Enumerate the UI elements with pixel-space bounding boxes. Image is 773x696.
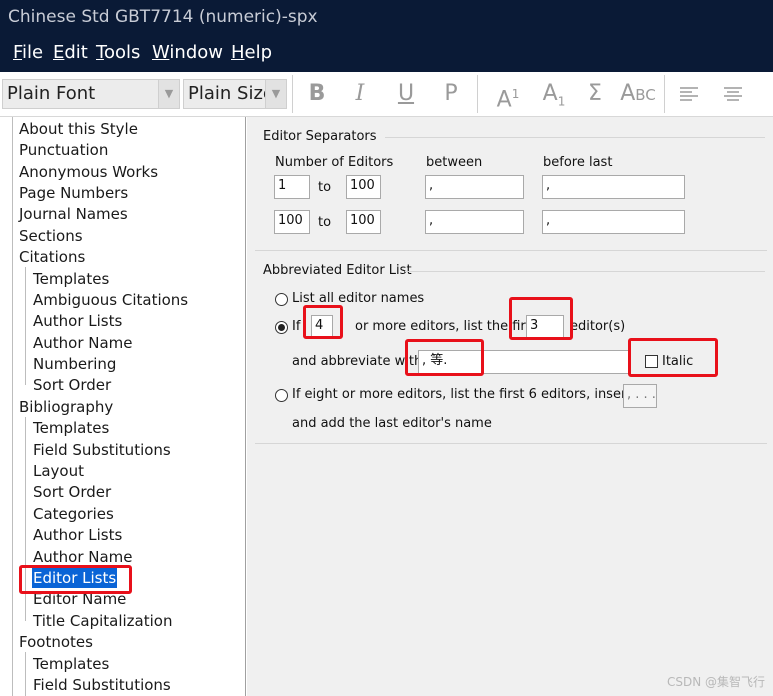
separator-row1-to[interactable]: 100 — [346, 175, 381, 199]
separator-row2-between[interactable]: , — [425, 210, 524, 234]
tree-item-categories[interactable]: Categories — [33, 504, 114, 524]
radio-list-all[interactable] — [275, 293, 288, 306]
size-combo[interactable]: Plain Size ▼ — [183, 79, 287, 109]
watermark: CSDN @集智飞行 — [666, 675, 765, 689]
separator-row2-from[interactable]: 100 — [274, 210, 310, 234]
menu-bar: File Edit Tools Window Help — [0, 34, 773, 72]
chevron-down-icon[interactable]: ▼ — [158, 80, 179, 108]
menu-window[interactable]: Window — [152, 42, 223, 63]
to-label: to — [318, 180, 332, 195]
tree-connector — [12, 117, 13, 696]
subscript-mark: 1 — [557, 94, 566, 109]
underline-button[interactable]: U — [389, 78, 423, 110]
tree-connector — [25, 267, 26, 385]
tree-item-footnotes-field-substitutions[interactable]: Field Substitutions — [33, 675, 171, 695]
option-if-label: If — [292, 319, 301, 334]
symbol-button[interactable]: Σ — [578, 78, 612, 110]
superscript-icon: A — [496, 87, 512, 113]
annotation-highlight — [628, 338, 718, 377]
editor-lists-panel: Editor Separators Number of Editors betw… — [247, 117, 773, 696]
tree-connector — [25, 652, 26, 696]
tree-item-about[interactable]: About this Style — [19, 119, 138, 139]
align-center-icon — [724, 87, 742, 101]
tree-item-anonymous-works[interactable]: Anonymous Works — [19, 162, 158, 182]
window-title: Chinese Std GBT7714 (numeric)-spx — [0, 0, 773, 34]
separator-row1-from[interactable]: 1 — [274, 175, 310, 199]
to-label: to — [318, 215, 332, 230]
superscript-button[interactable]: A1 — [488, 78, 528, 113]
annotation-highlight — [19, 565, 132, 594]
group-title-separators: Editor Separators — [263, 129, 377, 144]
tree-item-layout[interactable]: Layout — [33, 461, 84, 481]
tree-item-bibliography-author-lists[interactable]: Author Lists — [33, 525, 122, 545]
separator-row2-to[interactable]: 100 — [346, 210, 381, 234]
tree-item-page-numbers[interactable]: Page Numbers — [19, 183, 128, 203]
tree-item-title-capitalization[interactable]: Title Capitalization — [33, 611, 172, 631]
tree-item-footnotes[interactable]: Footnotes — [19, 632, 93, 652]
tree-item-footnotes-templates[interactable]: Templates — [33, 654, 109, 674]
menu-edit[interactable]: Edit — [53, 42, 88, 63]
tree-item-bibliography-templates[interactable]: Templates — [33, 418, 109, 438]
tree-item-sections[interactable]: Sections — [19, 226, 83, 246]
menu-help[interactable]: Help — [231, 42, 272, 63]
insert-field[interactable]: , . . . — [623, 384, 657, 408]
superscript-mark: 1 — [511, 87, 520, 101]
subscript-icon: A — [542, 81, 558, 106]
annotation-highlight — [405, 339, 484, 376]
tree-item-citations[interactable]: Citations — [19, 247, 85, 267]
plain-button[interactable]: P — [434, 78, 468, 110]
group-divider — [385, 137, 765, 138]
tree-item-bibliography-author-name[interactable]: Author Name — [33, 547, 133, 567]
column-between: between — [426, 155, 483, 170]
toolbar-divider — [477, 75, 478, 113]
group-title-abbreviated: Abbreviated Editor List — [263, 263, 412, 278]
toolbar-divider — [292, 75, 293, 113]
tree-item-punctuation[interactable]: Punctuation — [19, 140, 108, 160]
menu-file[interactable]: File — [13, 42, 43, 63]
option-list-all-label: List all editor names — [292, 291, 425, 306]
separator-row1-before-last[interactable]: , — [542, 175, 685, 199]
group-divider — [255, 443, 767, 444]
tree-item-citations-templates[interactable]: Templates — [33, 269, 109, 289]
bold-button[interactable]: B — [300, 78, 334, 110]
size-combo-value: Plain Size — [188, 83, 274, 104]
column-before-last: before last — [543, 155, 613, 170]
tree-item-bibliography-sort-order[interactable]: Sort Order — [33, 482, 111, 502]
italic-button[interactable]: I — [343, 78, 377, 110]
tree-item-journal-names[interactable]: Journal Names — [19, 204, 128, 224]
tree-item-citations-sort-order[interactable]: Sort Order — [33, 375, 111, 395]
add-last-label: and add the last editor's name — [292, 416, 492, 431]
tree-item-field-substitutions[interactable]: Field Substitutions — [33, 440, 171, 460]
tree-item-citations-author-name[interactable]: Author Name — [33, 333, 133, 353]
editors-suffix: editor(s) — [570, 319, 626, 334]
align-center-button[interactable] — [716, 78, 750, 110]
radio-eight-or-more[interactable] — [275, 389, 288, 402]
option-eight-label: If eight or more editors, list the first… — [292, 387, 636, 402]
tree-item-numbering[interactable]: Numbering — [33, 354, 116, 374]
chevron-down-icon[interactable]: ▼ — [265, 80, 286, 108]
tree-item-ambiguous-citations[interactable]: Ambiguous Citations — [33, 290, 188, 310]
radio-if-count[interactable] — [275, 321, 288, 334]
font-combo[interactable]: Plain Font ▼ — [2, 79, 180, 109]
annotation-highlight — [509, 297, 573, 340]
separator-row2-before-last[interactable]: , — [542, 210, 685, 234]
subscript-button[interactable]: A1 — [534, 78, 574, 110]
toolbar-divider — [664, 75, 665, 113]
group-divider — [405, 271, 765, 272]
group-divider — [255, 250, 767, 251]
smallcaps-button[interactable]: Abc — [617, 78, 659, 110]
tree-item-bibliography[interactable]: Bibliography — [19, 397, 113, 417]
annotation-highlight — [303, 305, 343, 339]
align-left-button[interactable] — [672, 78, 706, 110]
column-number-of-editors: Number of Editors — [275, 155, 394, 170]
style-sections-tree: About this Style Punctuation Anonymous W… — [0, 117, 246, 696]
separator-row1-between[interactable]: , — [425, 175, 524, 199]
tree-item-citations-author-lists[interactable]: Author Lists — [33, 311, 122, 331]
font-combo-value: Plain Font — [7, 83, 96, 104]
align-left-icon — [680, 87, 698, 101]
menu-tools[interactable]: Tools — [96, 42, 140, 63]
